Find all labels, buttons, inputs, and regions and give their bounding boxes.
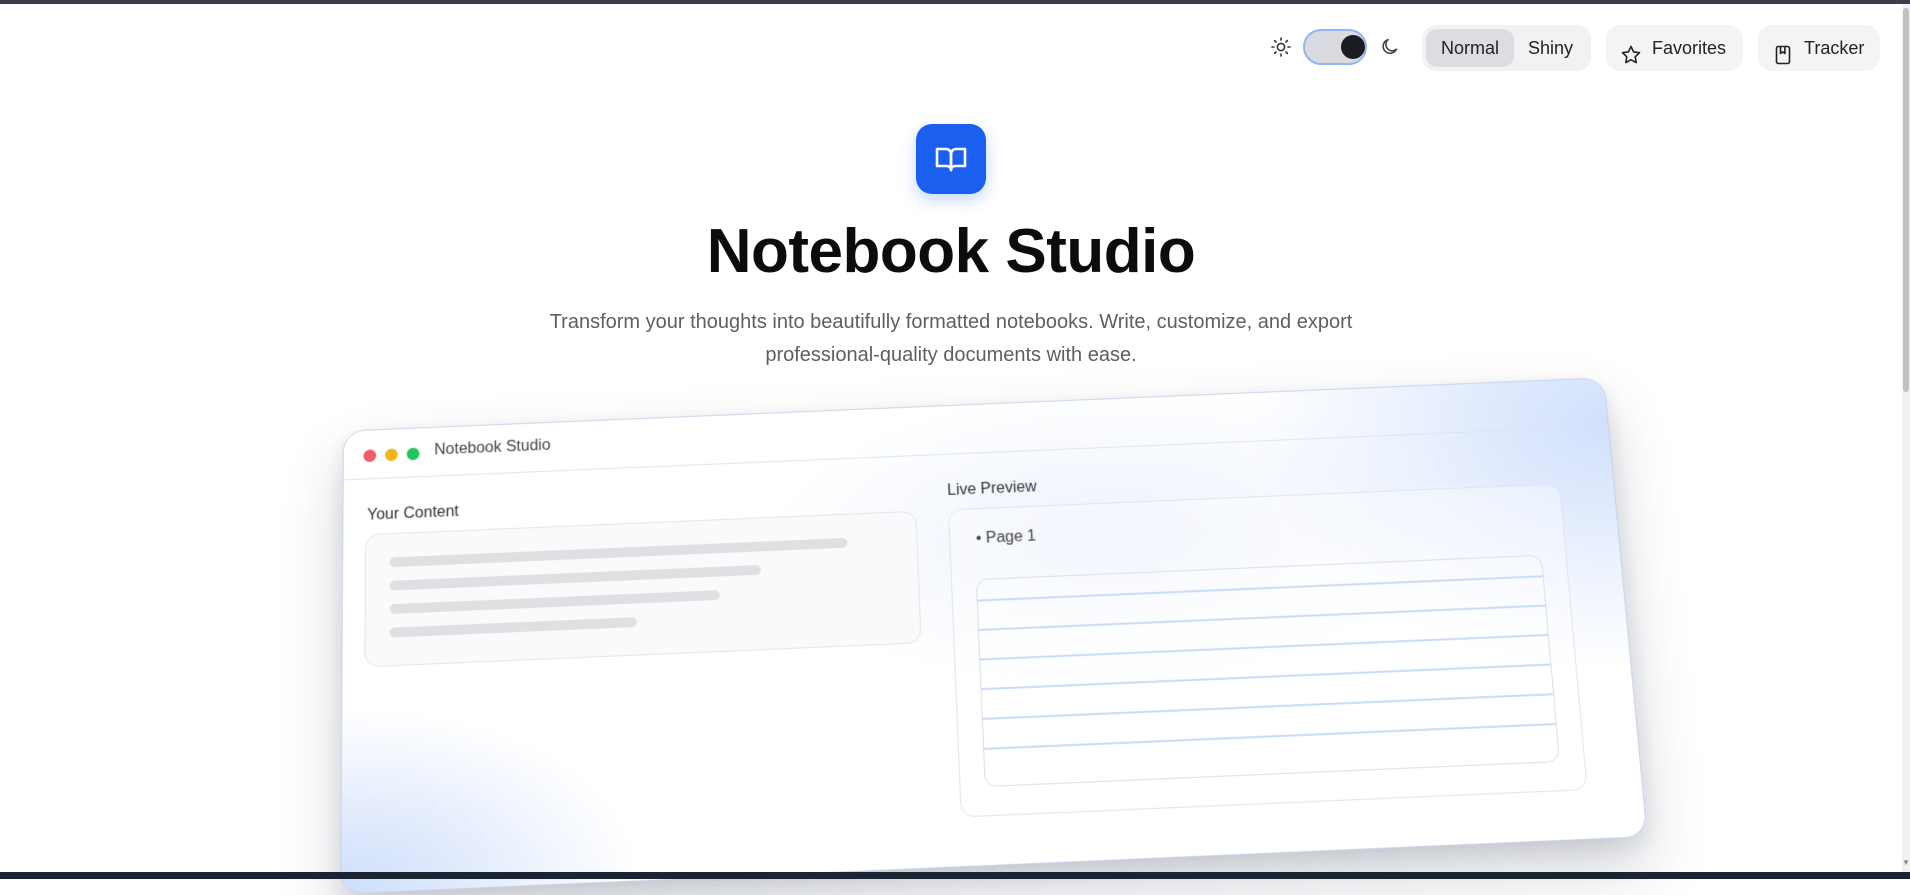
style-option-shiny[interactable]: Shiny	[1514, 29, 1587, 67]
style-option-normal[interactable]: Normal	[1426, 29, 1514, 67]
page-rule-line	[979, 605, 1545, 631]
page-rule-line	[978, 575, 1543, 601]
tracker-button[interactable]: Tracker	[1758, 25, 1880, 71]
text-line-placeholder	[390, 617, 637, 637]
star-icon	[1620, 37, 1642, 59]
text-line-placeholder	[390, 590, 720, 614]
content-label: Your Content	[367, 503, 459, 524]
content-editor-placeholder	[364, 511, 921, 667]
page-rule-line	[980, 634, 1548, 660]
sun-icon[interactable]	[1270, 36, 1292, 58]
page-label: • Page 1	[976, 528, 1037, 548]
taskbar-edge	[0, 872, 1910, 879]
browser-top-edge	[0, 0, 1910, 4]
page-title: Notebook Studio	[0, 216, 1902, 287]
scrollbar-thumb[interactable]	[1903, 8, 1909, 392]
mockup-titlebar: Notebook Studio	[344, 378, 1608, 480]
tracker-label: Tracker	[1804, 25, 1864, 71]
mockup-window: Notebook Studio Your Content Live Previe…	[340, 377, 1648, 894]
moon-icon[interactable]	[1379, 36, 1401, 58]
theme-toggle[interactable]	[1303, 29, 1367, 65]
page-subtitle: Transform your thoughts into beautifully…	[510, 306, 1392, 372]
style-switch: Normal Shiny	[1422, 25, 1591, 71]
favorites-button[interactable]: Favorites	[1606, 25, 1743, 71]
page-rule-line	[984, 723, 1556, 750]
text-line-placeholder	[390, 565, 761, 591]
app-preview-mockup: Notebook Studio Your Content Live Previe…	[342, 395, 1632, 865]
mockup-window-title: Notebook Studio	[434, 437, 550, 459]
live-preview-panel: • Page 1	[948, 483, 1588, 817]
preview-label: Live Preview	[947, 479, 1037, 500]
scroll-down-arrow-icon[interactable]: ▼	[1902, 858, 1910, 868]
favorites-label: Favorites	[1652, 25, 1726, 71]
notebook-page	[976, 555, 1560, 787]
window-close-dot	[363, 449, 376, 462]
window-minimize-dot	[385, 448, 398, 461]
page-rule-line	[983, 693, 1553, 720]
bookmark-icon	[1772, 37, 1794, 59]
text-line-placeholder	[390, 538, 848, 567]
open-book-icon	[916, 124, 986, 194]
theme-toggle-knob	[1341, 35, 1365, 59]
window-maximize-dot	[407, 447, 420, 460]
page-rule-line	[981, 664, 1550, 691]
